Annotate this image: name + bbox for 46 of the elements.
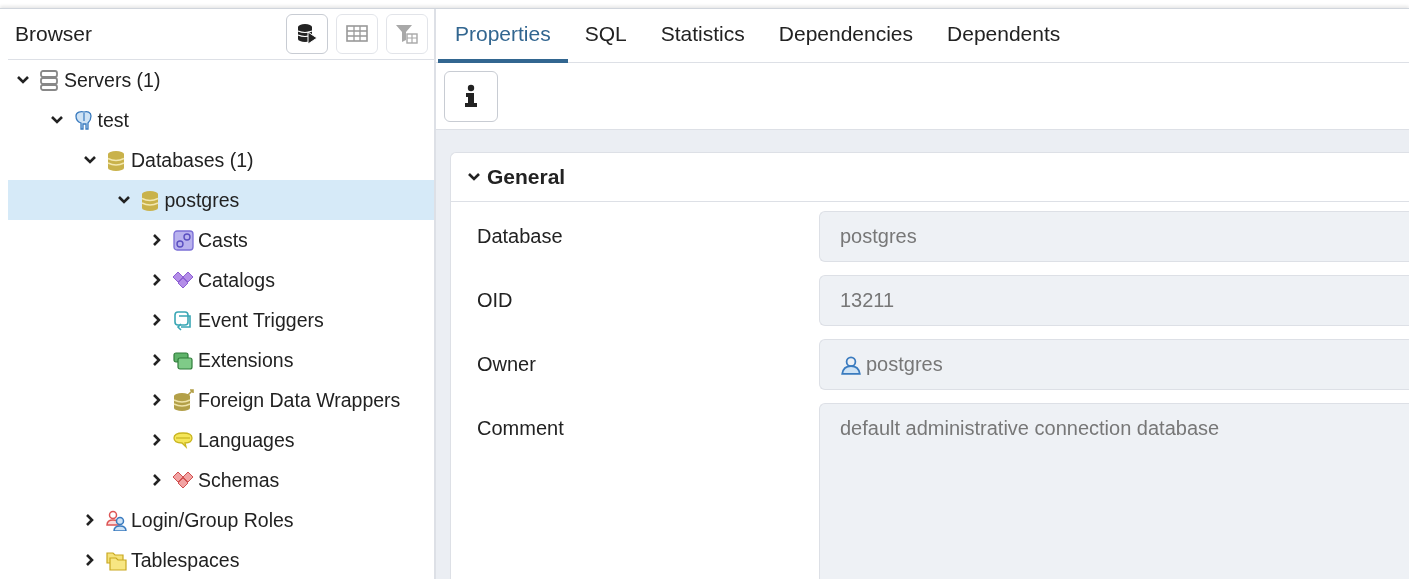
puzzle-stack-icon — [172, 349, 194, 371]
tree-item[interactable]: Databases (1) — [8, 140, 434, 180]
cast-icon — [172, 229, 194, 251]
tree-item[interactable]: Login/Group Roles — [8, 500, 434, 540]
tree-item[interactable]: Event Triggers — [8, 300, 434, 340]
input-field[interactable]: postgres — [819, 211, 1409, 262]
field-value: postgres — [866, 353, 943, 376]
tree-item[interactable]: Foreign Data Wrappers — [8, 380, 434, 420]
tree-item[interactable]: Catalogs — [8, 260, 434, 300]
input-field[interactable]: 13211 — [819, 275, 1409, 326]
users-icon — [105, 509, 127, 531]
tab[interactable]: Statistics — [643, 9, 762, 63]
section-header[interactable]: General — [467, 165, 566, 189]
info-icon — [464, 84, 478, 108]
tree-item[interactable]: postgres — [8, 180, 434, 220]
tree-item[interactable]: Casts — [8, 220, 434, 260]
owner-field[interactable]: postgres — [819, 339, 1409, 390]
tree-item[interactable]: Schemas — [8, 460, 434, 500]
field-label: Database — [476, 224, 564, 249]
server-stack-icon — [38, 69, 60, 91]
diamond-cluster-icon — [172, 469, 194, 491]
tree-item[interactable]: Servers (1) — [8, 60, 434, 100]
speech-bubble-icon — [172, 429, 194, 451]
field-label: Owner — [476, 352, 537, 377]
field-label: Comment — [476, 416, 565, 441]
tab[interactable]: Dependencies — [761, 9, 931, 63]
panel-title: Browser — [15, 22, 93, 46]
comment-field[interactable]: default administrative connection database — [819, 403, 1409, 579]
loop-arrow-icon — [172, 309, 194, 331]
tab[interactable]: Properties — [438, 9, 568, 63]
field-label: OID — [476, 288, 514, 313]
tab[interactable]: Dependents — [930, 9, 1078, 63]
database-icon — [105, 149, 127, 171]
database-arrow-icon — [172, 389, 194, 411]
diamond-cluster-icon — [172, 269, 194, 291]
folders-icon — [105, 549, 127, 571]
user-icon — [840, 353, 862, 376]
tree-item[interactable]: test — [8, 100, 434, 140]
tree-item[interactable]: Languages — [8, 420, 434, 460]
tab[interactable]: SQL — [567, 9, 644, 63]
filter-icon — [395, 22, 419, 46]
info-button[interactable] — [444, 70, 498, 122]
tree-item[interactable]: Tablespaces — [8, 540, 434, 579]
tree-item[interactable]: Extensions — [8, 340, 434, 380]
toolbar-button[interactable] — [286, 14, 328, 54]
query-tool-icon — [295, 22, 319, 46]
